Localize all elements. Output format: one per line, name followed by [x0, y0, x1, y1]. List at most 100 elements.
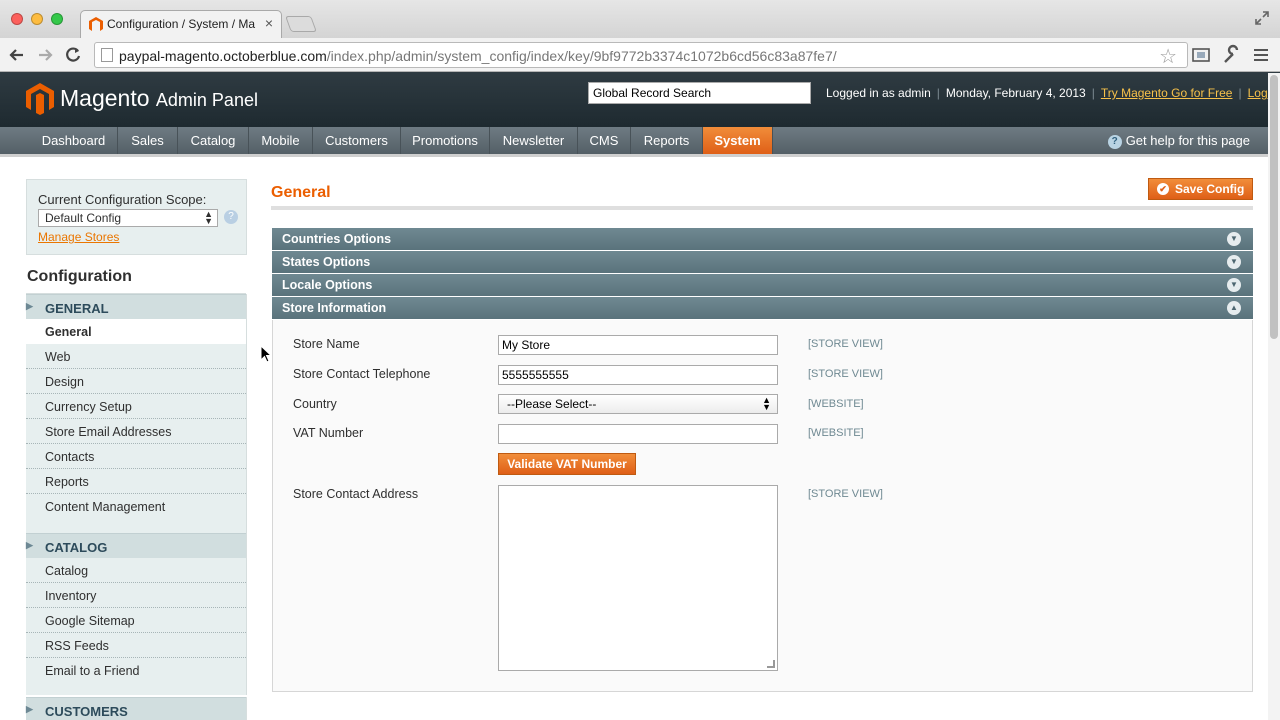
section-label: States Options — [282, 255, 371, 269]
validate-vat-button[interactable]: Validate VAT Number — [498, 453, 636, 475]
scope-select[interactable]: Default Config ▲ ▼ — [38, 209, 218, 227]
sidebar-item-rss-feeds[interactable]: RSS Feeds — [26, 633, 246, 658]
nav-sales[interactable]: Sales — [118, 127, 178, 154]
url-host: paypal-magento.octoberblue.com — [119, 48, 327, 64]
sidebar-head-customers[interactable]: ▶ CUSTOMERS — [26, 697, 246, 720]
section-countries-options[interactable]: Countries Options ▼ — [272, 228, 1253, 250]
section-label: Locale Options — [282, 278, 373, 292]
help-icon: ? — [1107, 135, 1122, 149]
new-tab-button[interactable] — [285, 16, 317, 32]
main-nav: Dashboard Sales Catalog Mobile Customers… — [0, 127, 1280, 157]
title-divider — [271, 206, 1253, 210]
try-magento-go-link[interactable]: Try Magento Go for Free — [1101, 86, 1233, 100]
url-path: /index.php/admin/system_config/index/key… — [326, 48, 837, 64]
back-arrow-icon[interactable] — [6, 44, 28, 66]
logo-sub: Admin Panel — [155, 90, 258, 110]
store-telephone-scope: [STORE VIEW] — [808, 368, 883, 380]
expand-triangle-icon: ▶ — [26, 301, 33, 311]
wrench-icon[interactable] — [1220, 44, 1242, 66]
country-label: Country — [293, 397, 337, 411]
save-config-label: Save Config — [1175, 182, 1245, 196]
nav-dashboard[interactable]: Dashboard — [30, 127, 118, 154]
sidebar-item-reports[interactable]: Reports — [26, 469, 246, 494]
tab-close-icon[interactable]: × — [265, 15, 273, 31]
expand-toggle-icon: ▼ — [1227, 278, 1241, 292]
nav-cms[interactable]: CMS — [578, 127, 631, 154]
address-bar[interactable]: paypal-magento.octoberblue.com/index.php… — [94, 42, 1188, 68]
sidebar-item-currency-setup[interactable]: Currency Setup — [26, 394, 246, 419]
sidebar-item-catalog[interactable]: Catalog — [26, 558, 246, 583]
minimize-window-button[interactable] — [31, 13, 43, 25]
store-telephone-input[interactable]: 5555555555 — [498, 365, 778, 385]
page-scrollbar[interactable] — [1268, 73, 1280, 720]
resize-grip-icon[interactable] — [767, 660, 775, 668]
sidebar-item-web[interactable]: Web — [26, 344, 246, 369]
fullscreen-icon[interactable] — [1254, 10, 1270, 26]
sidebar-item-general[interactable]: General — [26, 319, 246, 344]
vat-number-scope: [WEBSITE] — [808, 427, 864, 439]
store-address-label: Store Contact Address — [293, 487, 419, 501]
nav-catalog[interactable]: Catalog — [178, 127, 249, 154]
nav-newsletter[interactable]: Newsletter — [490, 127, 578, 154]
zoom-window-button[interactable] — [51, 13, 63, 25]
tab-title: Configuration / System / Ma — [107, 17, 256, 31]
logo-main: Magento — [60, 85, 150, 111]
country-select[interactable]: --Please Select-- ▲ ▼ — [498, 394, 778, 414]
menu-icon[interactable] — [1250, 44, 1272, 66]
help-link[interactable]: ? Get help for this page — [1107, 133, 1250, 149]
nav-reports[interactable]: Reports — [631, 127, 703, 154]
sidebar-item-contacts[interactable]: Contacts — [26, 444, 246, 469]
nav-system[interactable]: System — [703, 127, 773, 154]
expand-triangle-icon: ▶ — [26, 704, 33, 714]
forward-arrow-icon[interactable] — [34, 44, 56, 66]
sidebar-item-email-to-a-friend[interactable]: Email to a Friend — [26, 658, 246, 683]
sidebar-head-catalog[interactable]: ▶ CATALOG — [26, 533, 246, 558]
store-telephone-label: Store Contact Telephone — [293, 367, 431, 381]
help-link-text: Get help for this page — [1125, 133, 1250, 148]
sidebar-catalog-section: ▶ CATALOG Catalog Inventory Google Sitema… — [26, 533, 247, 695]
sidebar-head-label: GENERAL — [45, 301, 109, 316]
scope-label: Current Configuration Scope: — [38, 192, 207, 207]
store-address-textarea[interactable] — [498, 485, 778, 671]
config-scope-box: Current Configuration Scope: Default Con… — [26, 179, 247, 255]
section-locale-options[interactable]: Locale Options ▼ — [272, 274, 1253, 296]
store-name-input[interactable]: My Store — [498, 335, 778, 355]
sidebar-head-label: CUSTOMERS — [45, 704, 128, 719]
country-scope: [WEBSITE] — [808, 398, 864, 410]
expand-toggle-icon: ▼ — [1227, 232, 1241, 246]
page-icon — [101, 48, 113, 62]
admin-header: Magento Admin Panel Logged in as admin|M… — [0, 72, 1280, 127]
sidebar-general-section: ▶ GENERAL General Web Design Currency Set… — [26, 294, 247, 533]
admin-logo-text[interactable]: Magento Admin Panel — [60, 85, 258, 112]
browser-tab[interactable]: Configuration / System / Ma × — [80, 10, 282, 38]
global-search-input[interactable] — [588, 82, 811, 104]
logged-in-text: Logged in as admin — [826, 86, 931, 100]
section-store-information[interactable]: Store Information ▲ — [272, 297, 1253, 319]
scope-help-icon[interactable]: ? — [224, 210, 238, 224]
bookmark-star-icon[interactable]: ☆ — [1159, 44, 1177, 69]
reload-icon[interactable] — [62, 44, 84, 66]
sidebar-item-inventory[interactable]: Inventory — [26, 583, 246, 608]
magento-favicon-icon — [89, 17, 103, 31]
page-title: General — [271, 184, 331, 201]
sidebar-item-store-email-addresses[interactable]: Store Email Addresses — [26, 419, 246, 444]
scrollbar-thumb[interactable] — [1270, 75, 1278, 339]
vat-number-input[interactable] — [498, 424, 778, 444]
sidebar-head-general[interactable]: ▶ GENERAL — [26, 294, 246, 319]
section-states-options[interactable]: States Options ▼ — [272, 251, 1253, 273]
sidebar-item-design[interactable]: Design — [26, 369, 246, 394]
sidebar-customers-section: ▶ CUSTOMERS — [26, 697, 247, 720]
store-name-label: Store Name — [293, 337, 360, 351]
cast-icon[interactable] — [1190, 44, 1212, 66]
save-check-icon: ✔ — [1157, 183, 1169, 195]
scope-select-value: Default Config — [45, 211, 122, 225]
manage-stores-link[interactable]: Manage Stores — [38, 230, 119, 244]
store-name-scope: [STORE VIEW] — [808, 338, 883, 350]
save-config-button[interactable]: ✔ Save Config — [1148, 178, 1253, 200]
nav-promotions[interactable]: Promotions — [401, 127, 490, 154]
sidebar-item-google-sitemap[interactable]: Google Sitemap — [26, 608, 246, 633]
nav-mobile[interactable]: Mobile — [249, 127, 313, 154]
close-window-button[interactable] — [11, 13, 23, 25]
sidebar-item-content-management[interactable]: Content Management — [26, 494, 246, 519]
nav-customers[interactable]: Customers — [313, 127, 401, 154]
